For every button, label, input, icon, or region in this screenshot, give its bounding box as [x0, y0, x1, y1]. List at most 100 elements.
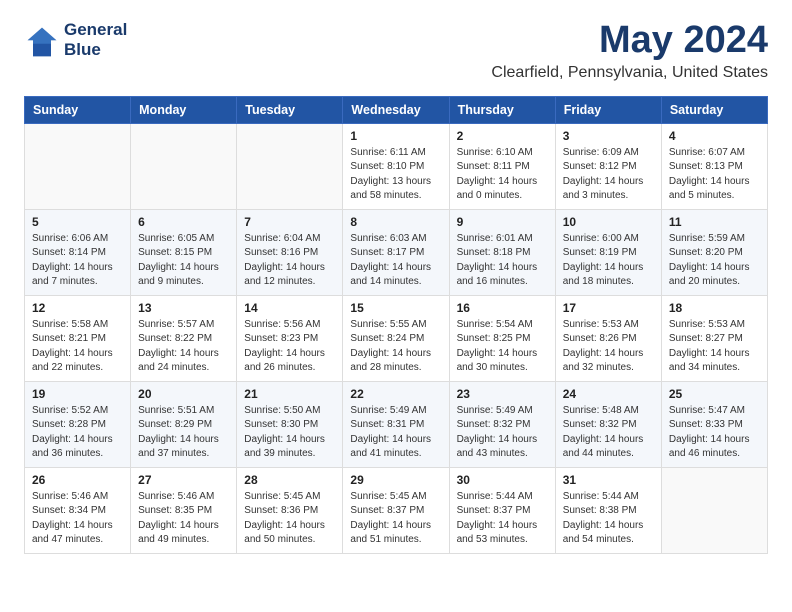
weekday-header: Saturday — [661, 96, 767, 123]
calendar-week-row: 19 Sunrise: 5:52 AM Sunset: 8:28 PM Dayli… — [25, 381, 768, 467]
day-info: Sunrise: 5:48 AM Sunset: 8:32 PM Dayligh… — [563, 404, 654, 462]
calendar-cell: 20 Sunrise: 5:51 AM Sunset: 8:29 PM Dayli… — [131, 381, 237, 467]
calendar-cell — [25, 123, 131, 209]
day-number: 8 — [350, 215, 441, 229]
day-info: Sunrise: 6:00 AM Sunset: 8:19 PM Dayligh… — [563, 232, 654, 290]
day-number: 25 — [669, 387, 760, 401]
logo-icon — [24, 24, 60, 60]
day-info: Sunrise: 5:59 AM Sunset: 8:20 PM Dayligh… — [669, 232, 760, 290]
page-header: General Blue May 2024 Clearfield, Pennsy… — [24, 20, 768, 82]
weekday-header: Monday — [131, 96, 237, 123]
calendar-cell: 4Sunrise: 6:07 AM Sunset: 8:13 PM Daylig… — [661, 123, 767, 209]
day-info: Sunrise: 6:04 AM Sunset: 8:16 PM Dayligh… — [244, 232, 335, 290]
calendar-cell — [237, 123, 343, 209]
day-info: Sunrise: 5:57 AM Sunset: 8:22 PM Dayligh… — [138, 318, 229, 376]
day-number: 13 — [138, 301, 229, 315]
calendar-week-row: 1 Sunrise: 6:11 AM Sunset: 8:10 PM Daylig… — [25, 123, 768, 209]
calendar-cell: 24Sunrise: 5:48 AM Sunset: 8:32 PM Dayli… — [555, 381, 661, 467]
calendar-week-row: 12 Sunrise: 5:58 AM Sunset: 8:21 PM Dayli… — [25, 295, 768, 381]
weekday-header: Wednesday — [343, 96, 449, 123]
calendar-cell: 18 Sunrise: 5:53 AM Sunset: 8:27 PM Dayli… — [661, 295, 767, 381]
calendar-cell: 2 Sunrise: 6:10 AM Sunset: 8:11 PM Daylig… — [449, 123, 555, 209]
day-number: 1 — [350, 129, 441, 143]
day-info: Sunrise: 5:45 AM Sunset: 8:36 PM Dayligh… — [244, 490, 335, 548]
day-info: Sunrise: 5:55 AM Sunset: 8:24 PM Dayligh… — [350, 318, 441, 376]
day-info: Sunrise: 5:47 AM Sunset: 8:33 PM Dayligh… — [669, 404, 760, 462]
calendar-cell: 22Sunrise: 5:49 AM Sunset: 8:31 PM Dayli… — [343, 381, 449, 467]
calendar-cell: 15 Sunrise: 5:55 AM Sunset: 8:24 PM Dayli… — [343, 295, 449, 381]
calendar-cell: 7 Sunrise: 6:04 AM Sunset: 8:16 PM Daylig… — [237, 209, 343, 295]
calendar-cell: 26 Sunrise: 5:46 AM Sunset: 8:34 PM Dayli… — [25, 467, 131, 553]
calendar-cell: 10 Sunrise: 6:00 AM Sunset: 8:19 PM Dayli… — [555, 209, 661, 295]
day-number: 14 — [244, 301, 335, 315]
calendar-week-row: 5 Sunrise: 6:06 AM Sunset: 8:14 PM Daylig… — [25, 209, 768, 295]
day-number: 11 — [669, 215, 760, 229]
day-number: 19 — [32, 387, 123, 401]
calendar-cell: 12 Sunrise: 5:58 AM Sunset: 8:21 PM Dayli… — [25, 295, 131, 381]
day-number: 29 — [350, 473, 441, 487]
calendar-header-row: SundayMondayTuesdayWednesdayThursdayFrid… — [25, 96, 768, 123]
day-info: Sunrise: 6:11 AM Sunset: 8:10 PM Dayligh… — [350, 146, 441, 204]
day-info: Sunrise: 6:01 AM Sunset: 8:18 PM Dayligh… — [457, 232, 548, 290]
calendar-cell: 16 Sunrise: 5:54 AM Sunset: 8:25 PM Dayli… — [449, 295, 555, 381]
day-info: Sunrise: 5:45 AM Sunset: 8:37 PM Dayligh… — [350, 490, 441, 548]
day-number: 6 — [138, 215, 229, 229]
calendar-cell: 3Sunrise: 6:09 AM Sunset: 8:12 PM Daylig… — [555, 123, 661, 209]
day-number: 9 — [457, 215, 548, 229]
title-block: May 2024 Clearfield, Pennsylvania, Unite… — [491, 20, 768, 82]
calendar-cell: 11 Sunrise: 5:59 AM Sunset: 8:20 PM Dayli… — [661, 209, 767, 295]
calendar-cell: 13 Sunrise: 5:57 AM Sunset: 8:22 PM Dayli… — [131, 295, 237, 381]
calendar-cell: 28Sunrise: 5:45 AM Sunset: 8:36 PM Dayli… — [237, 467, 343, 553]
calendar-table: SundayMondayTuesdayWednesdayThursdayFrid… — [24, 96, 768, 554]
calendar-cell: 29 Sunrise: 5:45 AM Sunset: 8:37 PM Dayli… — [343, 467, 449, 553]
day-info: Sunrise: 5:44 AM Sunset: 8:37 PM Dayligh… — [457, 490, 548, 548]
day-number: 21 — [244, 387, 335, 401]
calendar-cell: 5 Sunrise: 6:06 AM Sunset: 8:14 PM Daylig… — [25, 209, 131, 295]
day-info: Sunrise: 6:06 AM Sunset: 8:14 PM Dayligh… — [32, 232, 123, 290]
day-number: 12 — [32, 301, 123, 315]
day-number: 30 — [457, 473, 548, 487]
calendar-cell: 9 Sunrise: 6:01 AM Sunset: 8:18 PM Daylig… — [449, 209, 555, 295]
day-number: 10 — [563, 215, 654, 229]
calendar-cell: 19 Sunrise: 5:52 AM Sunset: 8:28 PM Dayli… — [25, 381, 131, 467]
day-number: 20 — [138, 387, 229, 401]
calendar-cell: 30 Sunrise: 5:44 AM Sunset: 8:37 PM Dayli… — [449, 467, 555, 553]
calendar-cell — [661, 467, 767, 553]
day-number: 16 — [457, 301, 548, 315]
day-info: Sunrise: 6:03 AM Sunset: 8:17 PM Dayligh… — [350, 232, 441, 290]
logo-text: General Blue — [64, 20, 127, 59]
day-info: Sunrise: 5:52 AM Sunset: 8:28 PM Dayligh… — [32, 404, 123, 462]
day-info: Sunrise: 5:54 AM Sunset: 8:25 PM Dayligh… — [457, 318, 548, 376]
day-info: Sunrise: 6:10 AM Sunset: 8:11 PM Dayligh… — [457, 146, 548, 204]
day-number: 18 — [669, 301, 760, 315]
day-number: 26 — [32, 473, 123, 487]
day-info: Sunrise: 5:46 AM Sunset: 8:35 PM Dayligh… — [138, 490, 229, 548]
day-number: 5 — [32, 215, 123, 229]
day-info: Sunrise: 5:49 AM Sunset: 8:31 PM Dayligh… — [350, 404, 441, 462]
subtitle: Clearfield, Pennsylvania, United States — [491, 64, 768, 82]
calendar-cell: 8 Sunrise: 6:03 AM Sunset: 8:17 PM Daylig… — [343, 209, 449, 295]
day-info: Sunrise: 5:49 AM Sunset: 8:32 PM Dayligh… — [457, 404, 548, 462]
calendar-cell: 21 Sunrise: 5:50 AM Sunset: 8:30 PM Dayli… — [237, 381, 343, 467]
day-info: Sunrise: 5:51 AM Sunset: 8:29 PM Dayligh… — [138, 404, 229, 462]
day-info: Sunrise: 5:53 AM Sunset: 8:26 PM Dayligh… — [563, 318, 654, 376]
weekday-header: Thursday — [449, 96, 555, 123]
day-info: Sunrise: 5:44 AM Sunset: 8:38 PM Dayligh… — [563, 490, 654, 548]
day-number: 15 — [350, 301, 441, 315]
day-info: Sunrise: 6:07 AM Sunset: 8:13 PM Dayligh… — [669, 146, 760, 204]
day-number: 7 — [244, 215, 335, 229]
day-info: Sunrise: 5:50 AM Sunset: 8:30 PM Dayligh… — [244, 404, 335, 462]
calendar-week-row: 26 Sunrise: 5:46 AM Sunset: 8:34 PM Dayli… — [25, 467, 768, 553]
logo: General Blue — [24, 20, 127, 59]
day-number: 17 — [563, 301, 654, 315]
day-number: 27 — [138, 473, 229, 487]
calendar-cell: 25 Sunrise: 5:47 AM Sunset: 8:33 PM Dayli… — [661, 381, 767, 467]
day-info: Sunrise: 5:53 AM Sunset: 8:27 PM Dayligh… — [669, 318, 760, 376]
calendar-cell: 23Sunrise: 5:49 AM Sunset: 8:32 PM Dayli… — [449, 381, 555, 467]
day-info: Sunrise: 6:05 AM Sunset: 8:15 PM Dayligh… — [138, 232, 229, 290]
day-number: 2 — [457, 129, 548, 143]
day-info: Sunrise: 5:58 AM Sunset: 8:21 PM Dayligh… — [32, 318, 123, 376]
day-info: Sunrise: 5:46 AM Sunset: 8:34 PM Dayligh… — [32, 490, 123, 548]
calendar-cell: 31Sunrise: 5:44 AM Sunset: 8:38 PM Dayli… — [555, 467, 661, 553]
day-info: Sunrise: 6:09 AM Sunset: 8:12 PM Dayligh… — [563, 146, 654, 204]
